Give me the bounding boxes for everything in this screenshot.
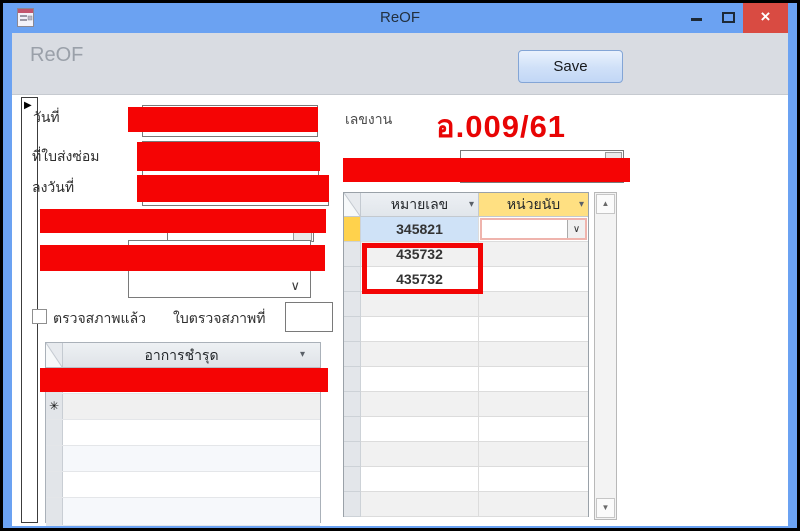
- window-title: ReOF: [3, 9, 797, 26]
- grid-header-row: หมายเลข ▾ หน่วยนับ ▾: [344, 193, 588, 217]
- grid-row-current[interactable]: 345821 ∨: [344, 217, 588, 242]
- column-header-unit-label: หน่วยนับ: [507, 196, 560, 212]
- number-grid: หมายเลข ▾ หน่วยนับ ▾ 345821 ∨: [343, 192, 589, 517]
- defect-cell[interactable]: [63, 394, 320, 419]
- defect-new-record-row[interactable]: ✳: [46, 394, 320, 420]
- grid-row-selector[interactable]: [344, 242, 361, 267]
- grid-row[interactable]: [344, 467, 588, 492]
- grid-row[interactable]: [344, 417, 588, 442]
- form-title: ReOF: [30, 44, 83, 67]
- job-number-value: อ.009/61: [436, 101, 566, 151]
- redaction-bar-doc-date: [137, 175, 329, 202]
- inspection-doc-input[interactable]: [285, 302, 333, 332]
- grid-row[interactable]: [344, 392, 588, 417]
- unit-combo-chevron-icon[interactable]: ∨: [567, 220, 585, 238]
- column-header-number-label: หมายเลข: [391, 196, 448, 212]
- unit-dropdown-icon[interactable]: ▾: [579, 193, 584, 216]
- job-number-label: เลขงาน: [345, 109, 392, 131]
- doc-date-label: ลงวันที่: [32, 177, 74, 199]
- save-button[interactable]: Save: [518, 50, 623, 83]
- defect-row[interactable]: [46, 420, 320, 446]
- number-cell[interactable]: 345821: [361, 217, 479, 242]
- number-dropdown-icon[interactable]: ▾: [469, 193, 474, 216]
- inspection-doc-label: ใบตรวจสภาพที่: [173, 308, 266, 330]
- grid-corner-icon[interactable]: [344, 193, 361, 216]
- defect-dropdown-icon[interactable]: ▾: [300, 343, 320, 367]
- form-header: ReOF Save: [12, 33, 788, 95]
- scroll-up-icon[interactable]: ▲: [596, 194, 615, 214]
- minimize-button[interactable]: [691, 18, 702, 21]
- grid-row-selector[interactable]: [344, 217, 361, 242]
- redaction-bar-category: [343, 158, 630, 182]
- unit-combo-box[interactable]: ∨: [480, 218, 587, 240]
- redaction-bar-type: [40, 245, 325, 271]
- unit-cell[interactable]: [479, 267, 588, 292]
- unit-cell[interactable]: ∨: [479, 217, 588, 242]
- defect-table-corner-icon[interactable]: [46, 343, 63, 367]
- redaction-bar-date: [128, 107, 318, 132]
- defect-column-header[interactable]: อาการชำรุด: [63, 343, 300, 367]
- column-header-number[interactable]: หมายเลข ▾: [361, 193, 479, 216]
- grid-row[interactable]: [344, 342, 588, 367]
- inspected-checkbox[interactable]: [32, 309, 47, 324]
- new-record-marker-icon: ✳: [46, 394, 63, 419]
- close-button[interactable]: ×: [743, 3, 788, 33]
- scroll-down-icon[interactable]: ▼: [596, 498, 615, 518]
- inspected-checkbox-label: ตรวจสภาพแล้ว: [53, 308, 146, 330]
- combo-chevron-icon[interactable]: ∨: [290, 278, 300, 294]
- defect-table-header[interactable]: อาการชำรุด ▾: [46, 343, 320, 368]
- redaction-bar-equipment: [40, 209, 326, 233]
- date-label: วันที่: [33, 107, 60, 129]
- defect-row[interactable]: [46, 446, 320, 472]
- grid-row-selector[interactable]: [344, 267, 361, 292]
- defect-row[interactable]: [46, 498, 320, 526]
- grid-row[interactable]: [344, 367, 588, 392]
- grid-scrollbar[interactable]: ▲ ▼: [594, 192, 617, 520]
- repair-doc-label: ที่ใบส่งซ่อม: [32, 146, 99, 168]
- grid-row[interactable]: [344, 442, 588, 467]
- unit-cell[interactable]: [479, 242, 588, 267]
- grid-row[interactable]: [344, 292, 588, 317]
- grid-row[interactable]: [344, 492, 588, 517]
- titlebar[interactable]: ReOF ×: [3, 3, 797, 33]
- window-frame: ReOF × ReOF Save ▶ วันที่ ที่ใบส่งซ่อม ล…: [3, 3, 797, 528]
- highlight-annotation: [362, 243, 483, 294]
- column-header-unit[interactable]: หน่วยนับ ▾: [479, 193, 588, 216]
- maximize-button[interactable]: [722, 12, 735, 23]
- form-content: ReOF Save ▶ วันที่ ที่ใบส่งซ่อม ลงวันที่…: [12, 33, 788, 526]
- application-window: ReOF × ReOF Save ▶ วันที่ ที่ใบส่งซ่อม ล…: [0, 0, 800, 531]
- redaction-bar-defect: [40, 368, 328, 392]
- grid-row[interactable]: [344, 317, 588, 342]
- defect-row[interactable]: [46, 472, 320, 498]
- redaction-bar-repair-doc: [137, 142, 320, 171]
- current-record-arrow-icon: ▶: [24, 100, 32, 111]
